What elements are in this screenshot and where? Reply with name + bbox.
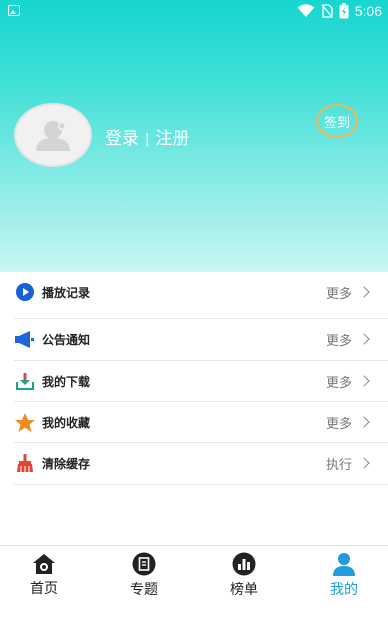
- person-icon: [332, 552, 356, 576]
- register-link[interactable]: 注册: [155, 129, 189, 149]
- status-bar: 5:06: [0, 0, 388, 22]
- play-icon: [14, 281, 36, 303]
- tab-mine[interactable]: 我的: [309, 552, 379, 598]
- tab-rankings[interactable]: 榜单: [209, 552, 279, 598]
- no-sim-icon: [321, 4, 333, 18]
- menu-item-label: 公告通知: [42, 332, 91, 347]
- tab-home[interactable]: 首页: [9, 552, 79, 598]
- menu-item-notice[interactable]: 公告通知 更多: [14, 319, 374, 359]
- broom-icon: [14, 452, 36, 474]
- more-link[interactable]: 更多: [326, 361, 370, 401]
- chevron-right-icon: [358, 286, 370, 298]
- tab-label: 首页: [30, 581, 58, 597]
- tab-topics[interactable]: 专题: [109, 552, 179, 598]
- menu-item-label: 我的下载: [42, 374, 91, 389]
- battery-icon: [339, 3, 349, 19]
- chevron-right-icon: [358, 457, 370, 469]
- status-time: 5:06: [354, 3, 382, 19]
- home-icon: [32, 552, 56, 575]
- execute-link[interactable]: 执行: [326, 443, 370, 483]
- divider: [14, 484, 388, 485]
- wifi-icon: [297, 4, 315, 17]
- login-separator: |: [145, 132, 150, 147]
- chevron-right-icon: [358, 375, 370, 387]
- avatar[interactable]: [14, 103, 92, 167]
- star-icon: [14, 411, 36, 433]
- more-link[interactable]: 更多: [326, 402, 370, 442]
- download-icon: [14, 370, 36, 392]
- menu-item-clear-cache[interactable]: 清除缓存 执行: [14, 443, 374, 483]
- chevron-right-icon: [358, 333, 370, 345]
- login-link[interactable]: 登录: [105, 129, 139, 149]
- menu-item-favorites[interactable]: 我的收藏 更多: [14, 402, 374, 442]
- megaphone-icon: [14, 328, 36, 350]
- chart-icon: [232, 552, 256, 576]
- image-notification-icon: [8, 5, 20, 16]
- profile-header: 5:06 登录 | 注册 签到: [0, 0, 388, 272]
- book-icon: [132, 552, 156, 576]
- bottom-tab-bar: 首页 专题 榜单 我的: [0, 545, 388, 603]
- menu-item-history[interactable]: 播放记录 更多: [14, 272, 374, 312]
- tab-label: 榜单: [230, 582, 258, 598]
- tab-label: 专题: [130, 582, 158, 598]
- login-register: 登录 | 注册: [105, 124, 189, 149]
- tab-label: 我的: [330, 582, 358, 598]
- more-link[interactable]: 更多: [326, 319, 370, 359]
- menu-item-label: 播放记录: [42, 285, 91, 300]
- menu-item-label: 清除缓存: [42, 456, 91, 471]
- chevron-right-icon: [358, 416, 370, 428]
- menu-item-label: 我的收藏: [42, 415, 91, 430]
- menu-item-download[interactable]: 我的下载 更多: [14, 361, 374, 401]
- checkin-button[interactable]: 签到: [316, 104, 358, 138]
- default-avatar-icon: [36, 121, 70, 151]
- more-link[interactable]: 更多: [326, 272, 370, 312]
